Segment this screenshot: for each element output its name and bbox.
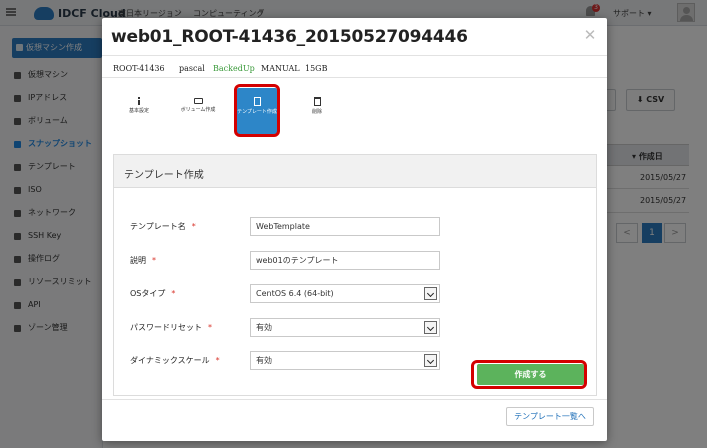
tab-delete[interactable]: 削除 xyxy=(297,88,337,134)
tab-label: 基本設定 xyxy=(128,108,149,114)
description-input[interactable]: web01のテンプレート xyxy=(250,251,440,270)
template-name-label: テンプレート名 * xyxy=(130,222,196,231)
os-type-select[interactable]: CentOS 6.4 (64-bit) xyxy=(250,284,440,303)
password-reset-label: パスワードリセット * xyxy=(130,323,212,332)
trash-icon xyxy=(313,97,321,106)
chevron-down-icon xyxy=(424,287,437,300)
template-list-button[interactable]: テンプレート一覧へ xyxy=(506,407,594,426)
panel-title: テンプレート作成 xyxy=(124,170,204,181)
tab-create-volume[interactable]: ボリューム作成 xyxy=(178,88,218,134)
tab-label: ボリューム作成 xyxy=(180,107,216,113)
dynamic-scale-select[interactable]: 有効 xyxy=(250,351,440,370)
submit-highlight-box xyxy=(471,360,587,389)
modal-divider xyxy=(102,55,607,56)
panel-header: テンプレート作成 xyxy=(114,155,596,188)
tab-basic-settings[interactable]: 基本設定 xyxy=(119,88,159,134)
tile-highlight-box xyxy=(234,84,280,137)
snapshot-modal: web01_ROOT-41436_20150527094446 ✕ ROOT-4… xyxy=(102,18,607,441)
description-label: 説明 * xyxy=(130,256,156,265)
password-reset-select[interactable]: 有効 xyxy=(250,318,440,337)
close-button[interactable]: ✕ xyxy=(582,27,598,43)
modal-divider xyxy=(102,399,607,400)
meta-vm-id: ROOT-41436 xyxy=(113,64,165,73)
chevron-down-icon xyxy=(424,321,437,334)
status-badge: BackedUp xyxy=(213,64,255,73)
drive-icon xyxy=(193,98,203,104)
meta-type: MANUAL xyxy=(261,64,300,73)
modal-divider xyxy=(102,77,607,78)
chevron-down-icon xyxy=(424,354,437,367)
close-icon: ✕ xyxy=(583,26,597,44)
info-icon xyxy=(135,97,143,105)
modal-title: web01_ROOT-41436_20150527094446 xyxy=(111,27,468,47)
dynamic-scale-label: ダイナミックスケール * xyxy=(130,356,220,365)
meta-size: 15GB xyxy=(305,64,328,73)
template-name-input[interactable]: WebTemplate xyxy=(250,217,440,236)
os-type-label: OSタイプ * xyxy=(130,289,176,298)
meta-owner: pascal xyxy=(179,64,205,73)
tab-label: 削除 xyxy=(311,109,322,115)
